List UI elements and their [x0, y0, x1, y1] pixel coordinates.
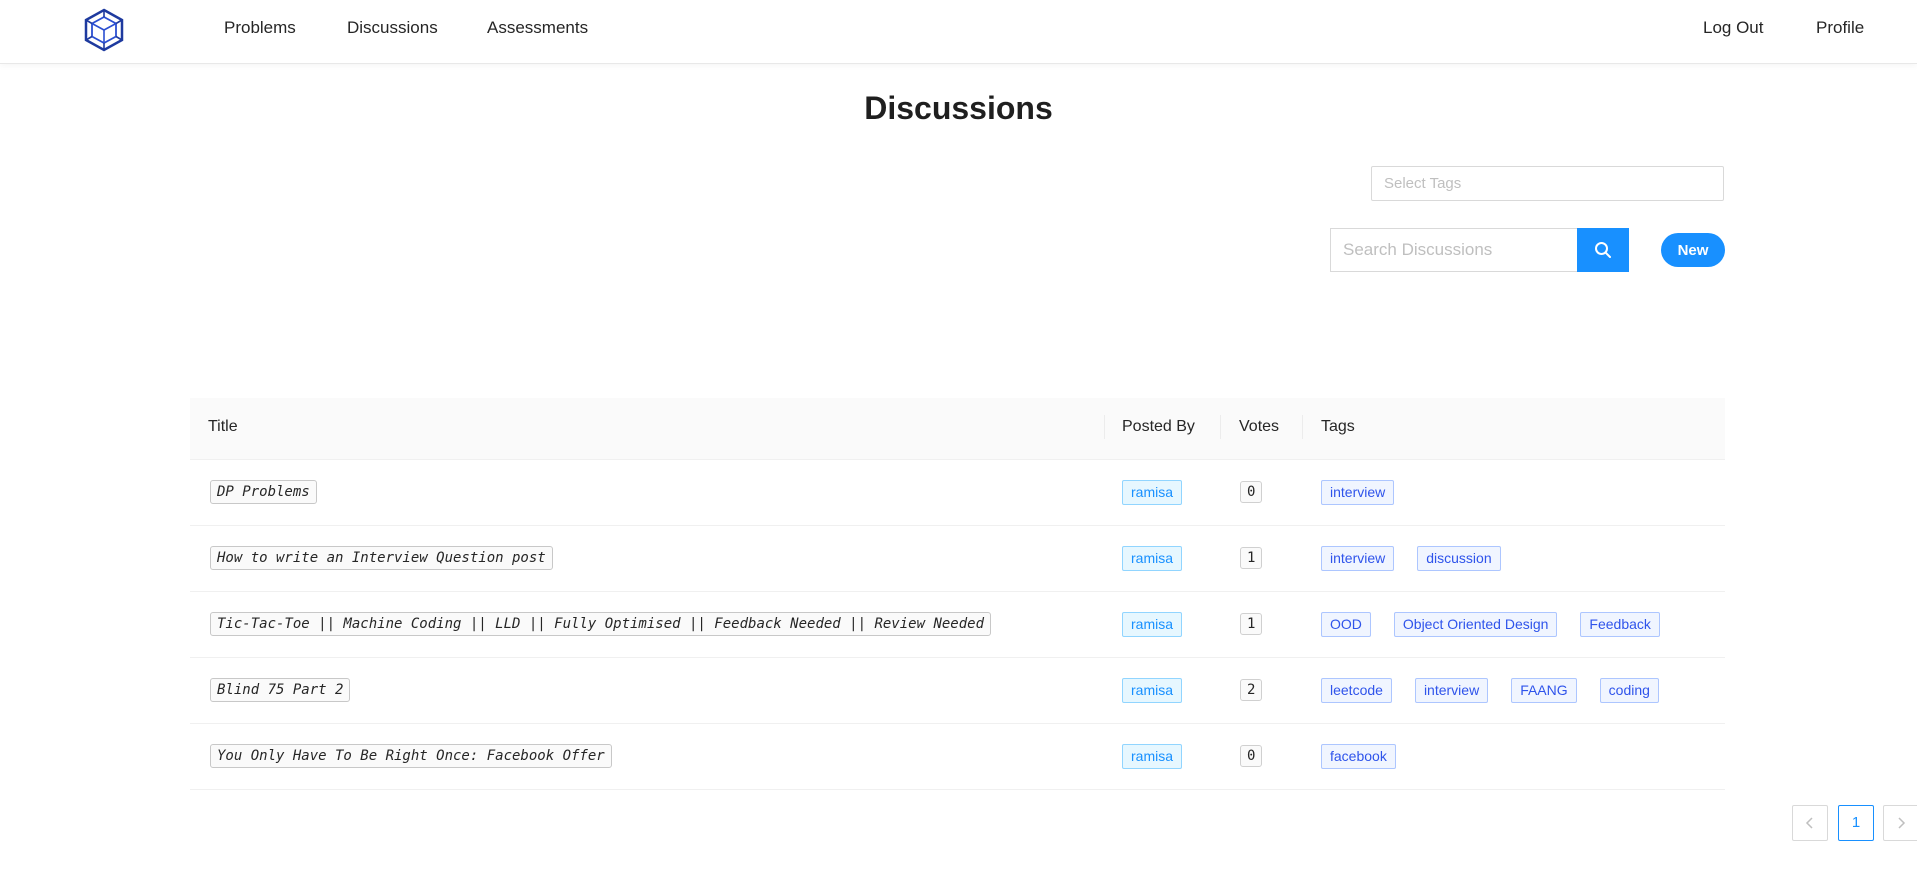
vote-count: 1 [1240, 547, 1263, 569]
top-navbar: Problems Discussions Assessments Log Out… [0, 0, 1917, 64]
nav-link-profile[interactable]: Profile [1816, 18, 1864, 38]
search-icon [1595, 242, 1611, 258]
table-row: DP Problems ramisa 0 interview [190, 460, 1725, 526]
discussion-tag: discussion [1417, 546, 1501, 571]
table-row: You Only Have To Be Right Once: Facebook… [190, 724, 1725, 790]
tag-list: OOD Object Oriented Design Feedback [1321, 612, 1660, 637]
discussion-title-link[interactable]: DP Problems [210, 480, 317, 504]
pagination-page-1[interactable]: 1 [1838, 805, 1874, 841]
chevron-left-icon [1805, 817, 1813, 829]
discussion-tag: Feedback [1580, 612, 1660, 637]
column-divider [1104, 415, 1105, 439]
discussion-title-link[interactable]: How to write an Interview Question post [210, 546, 553, 570]
table-header: Title Posted By Votes Tags [190, 398, 1725, 460]
nav-link-problems[interactable]: Problems [224, 18, 296, 38]
discussion-tag: FAANG [1511, 678, 1577, 703]
nav-link-discussions[interactable]: Discussions [347, 18, 438, 38]
vote-count: 0 [1240, 745, 1263, 767]
vote-count: 2 [1240, 679, 1263, 701]
nav-link-assessments[interactable]: Assessments [487, 18, 588, 38]
table-row: Blind 75 Part 2 ramisa 2 leetcode interv… [190, 658, 1725, 724]
pagination-next-button[interactable] [1883, 805, 1917, 841]
posted-by-tag: ramisa [1122, 612, 1183, 637]
discussions-table: Title Posted By Votes Tags DP Problems r… [190, 398, 1725, 790]
posted-by-tag: ramisa [1122, 678, 1183, 703]
discussion-title-link[interactable]: Blind 75 Part 2 [210, 678, 351, 702]
pagination-prev-button[interactable] [1792, 805, 1828, 841]
discussion-tag: interview [1414, 678, 1489, 703]
discussion-title-link[interactable]: You Only Have To Be Right Once: Facebook… [210, 744, 612, 768]
page-title: Discussions [864, 90, 1053, 126]
discussion-tag: OOD [1321, 612, 1371, 637]
column-header-votes: Votes [1239, 418, 1280, 435]
tag-list: interview discussion [1321, 546, 1501, 571]
column-header-tags: Tags [1321, 418, 1355, 435]
chevron-right-icon [1898, 817, 1906, 829]
vote-count: 1 [1240, 613, 1263, 635]
discussion-tag: interview [1321, 546, 1395, 571]
discussion-tag: Object Oriented Design [1393, 612, 1558, 637]
tag-list: interview [1321, 480, 1395, 505]
table-row: Tic-Tac-Toe || Machine Coding || LLD || … [190, 592, 1725, 658]
column-header-title: Title [208, 418, 238, 435]
posted-by-tag: ramisa [1122, 546, 1183, 571]
vote-count: 0 [1240, 481, 1263, 503]
column-divider [1302, 415, 1303, 439]
discussion-tag: facebook [1321, 744, 1396, 769]
search-button[interactable] [1577, 228, 1629, 272]
new-discussion-button[interactable]: New [1661, 233, 1725, 267]
tag-list: leetcode interview FAANG coding [1321, 678, 1659, 703]
search-input[interactable] [1330, 228, 1577, 272]
tag-select[interactable]: Select Tags [1371, 166, 1724, 201]
tag-list: facebook [1321, 744, 1396, 769]
column-divider [1220, 415, 1221, 439]
discussion-tag: coding [1599, 678, 1659, 703]
posted-by-tag: ramisa [1122, 480, 1183, 505]
discussion-tag: interview [1321, 480, 1395, 505]
column-header-posted-by: Posted By [1122, 418, 1195, 435]
table-row: How to write an Interview Question post … [190, 526, 1725, 592]
cube-logo-icon[interactable] [83, 8, 125, 52]
posted-by-tag: ramisa [1122, 744, 1183, 769]
nav-link-log-out[interactable]: Log Out [1703, 18, 1764, 38]
discussion-title-link[interactable]: Tic-Tac-Toe || Machine Coding || LLD || … [210, 612, 992, 636]
discussion-tag: leetcode [1321, 678, 1392, 703]
